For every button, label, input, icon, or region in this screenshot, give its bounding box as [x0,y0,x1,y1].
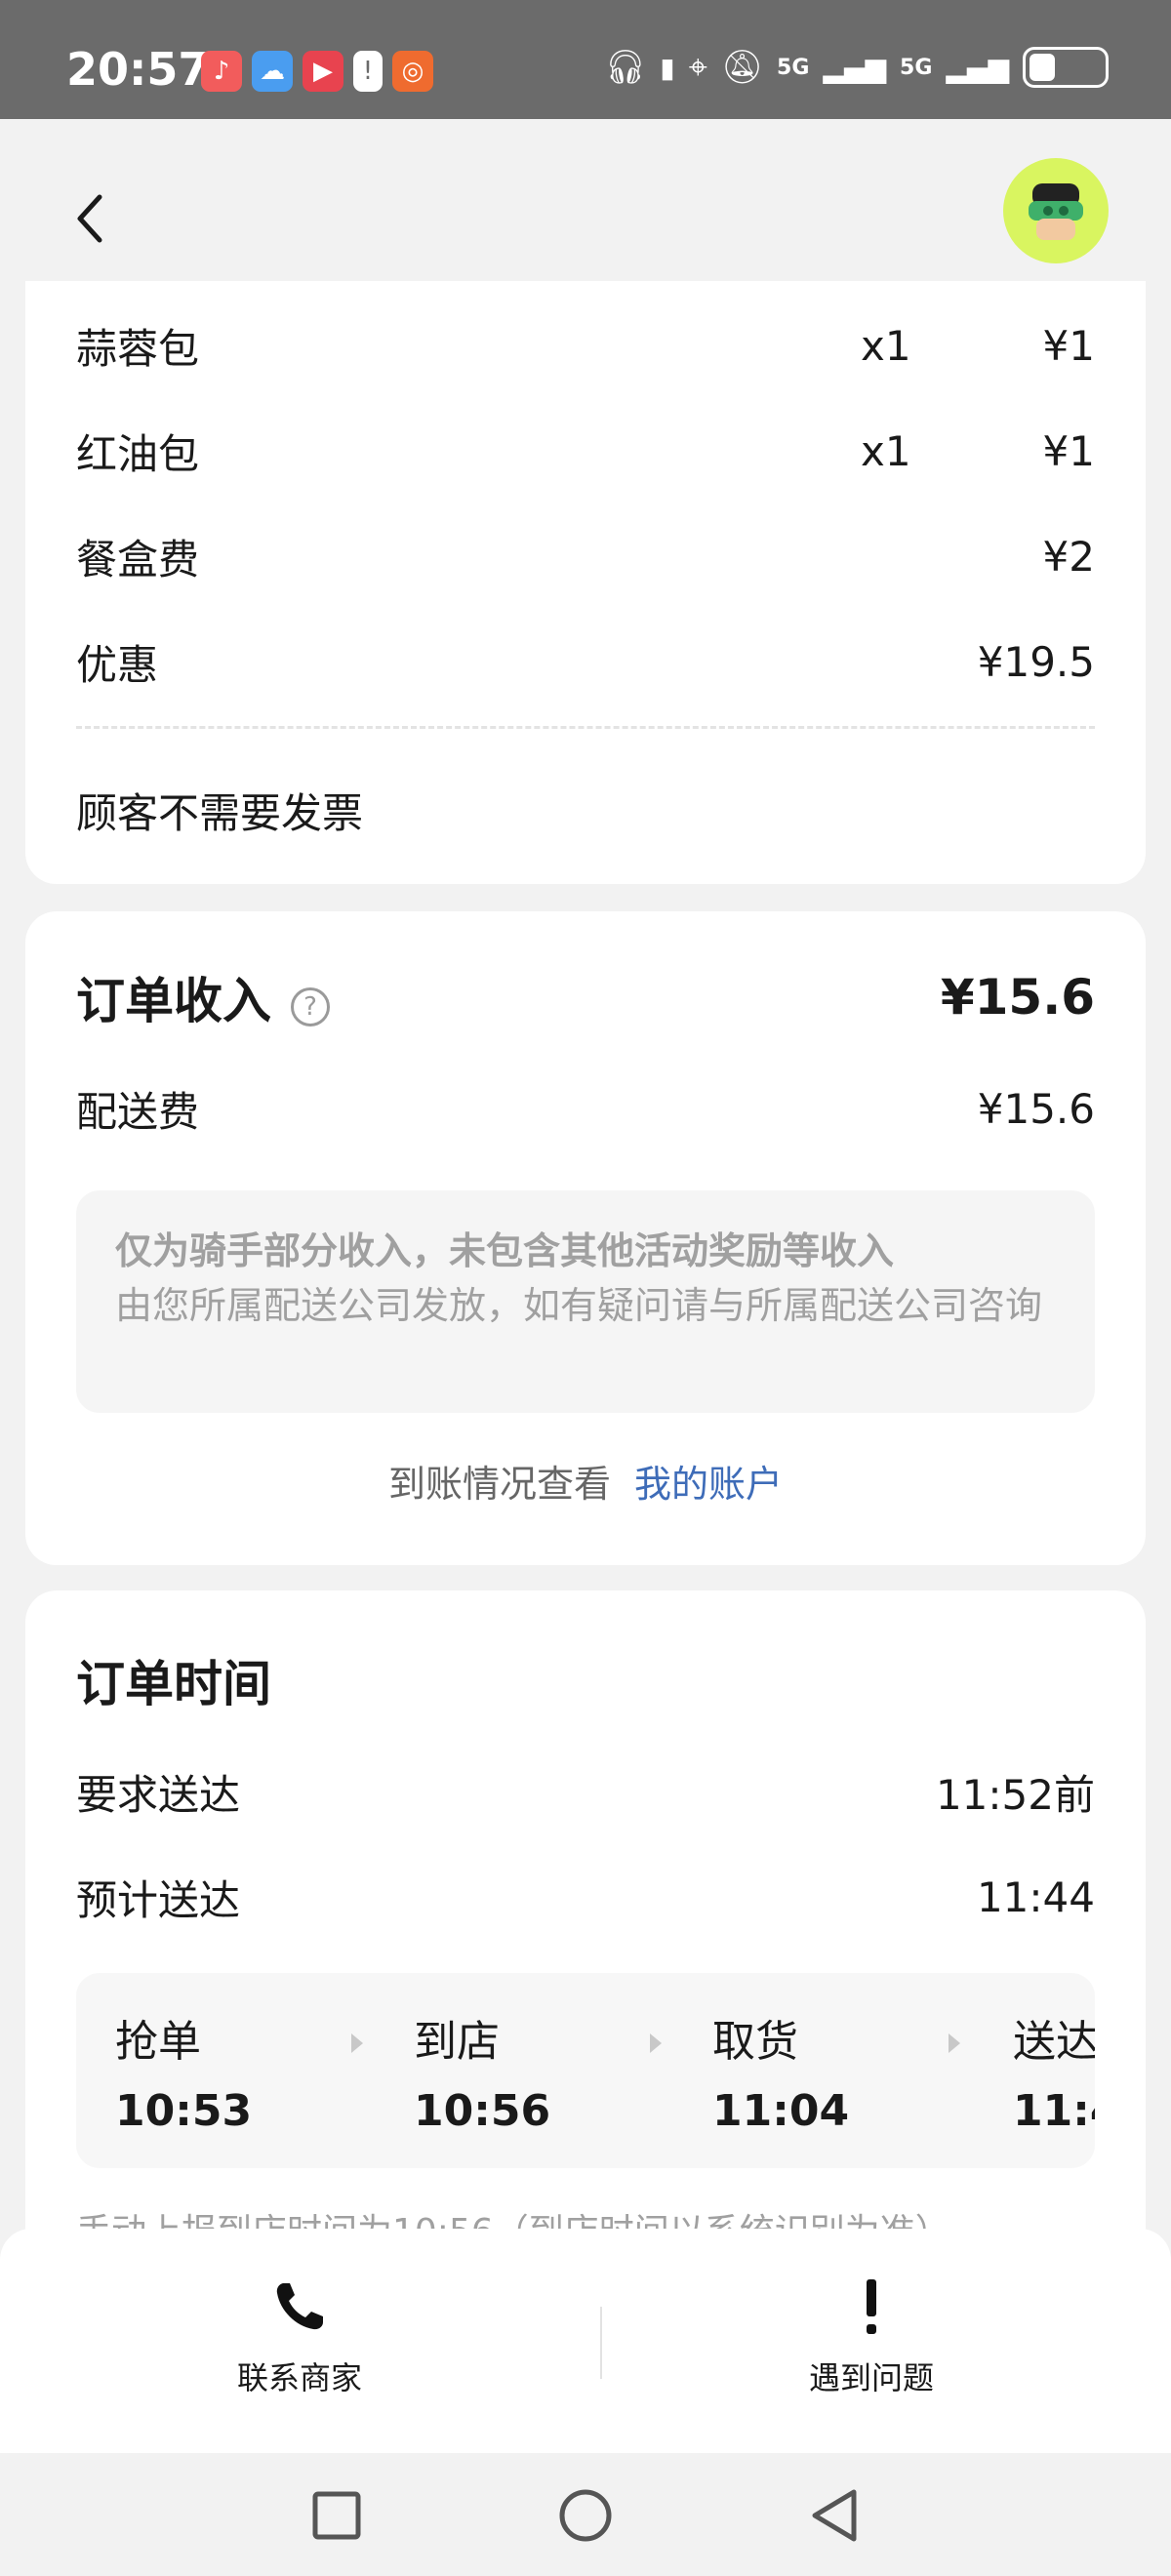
required-label: 要求送达 [76,1771,241,1819]
income-notice: 仅为骑手部分收入，未包含其他活动奖励等收入 由您所属配送公司发放，如有疑问请与所… [76,1190,1095,1413]
timeline-step: 抢单 10:53 [115,2006,349,2136]
contact-merchant-button[interactable]: 联系商家 [153,2277,446,2398]
income-header: 订单收入? ¥15.6 [76,962,1095,1032]
income-total: ¥15.6 [940,969,1095,1026]
status-time: 20:57 [66,43,210,96]
step-label: 到店 [414,2017,500,2067]
home-circle-icon[interactable] [556,2486,615,2545]
signal-2-icon: ▂▄▆ [946,51,1009,84]
back-arrow-icon[interactable] [62,189,121,248]
item-name: 红油包 [76,430,200,478]
item-price: ¥1 [1042,322,1095,370]
delivery-fee-value: ¥15.6 [977,1085,1095,1133]
account-hint-line: 到账情况查看 我的账户 [25,1454,1146,1508]
step-time: 10:56 [414,2086,551,2136]
timeline-step: 取货 11:04 [712,2006,947,2136]
status-indicators: 🎧︎ ▮ ⌖ 🔕︎ 5G ▂▄▆ 5G ▂▄▆ [604,47,1109,88]
status-bar: 20:57 ♪ ☁ ▶ ! ◎ 🎧︎ ▮ ⌖ 🔕︎ 5G ▂▄▆ 5G ▂▄▆ [0,0,1171,119]
item-qty: x1 [861,322,911,370]
battery-small-icon: ▮ [660,51,675,84]
signal-2-label: 5G [900,55,933,80]
battery-icon [1023,47,1109,88]
help-icon[interactable]: ? [291,986,330,1026]
robot-avatar-icon [1029,183,1083,240]
required-delivery-row: 要求送达 11:52前 [76,1762,1095,1822]
notice-line-2: 由您所属配送公司发放，如有疑问请与所属配送公司咨询 [115,1284,1043,1327]
report-problem-label: 遇到问题 [808,2359,934,2396]
back-triangle-icon[interactable] [805,2486,864,2545]
timeline-step: 送达 11:44 [1013,2006,1095,2136]
delivery-fee-row: 配送费 ¥15.6 [76,1079,1095,1139]
step-arrow-icon [650,2033,662,2053]
step-label: 取货 [712,2017,798,2067]
mute-bell-icon: 🔕︎ [720,48,764,87]
system-nav-bar [0,2453,1171,2576]
step-arrow-icon [949,2033,960,2053]
step-time: 11:44 [1013,2086,1095,2136]
account-hint: 到账情况查看 [387,1463,611,1506]
alert-app-icon: ! [353,51,383,92]
list-item: 蒜蓉包 x1 ¥1 [76,316,1095,376]
order-income-card: 订单收入? ¥15.6 配送费 ¥15.6 仅为骑手部分收入，未包含其他活动奖励… [25,911,1146,1565]
music-app-icon: ♪ [201,51,242,92]
shop-app-icon: ◎ [392,51,433,92]
item-name: 蒜蓉包 [76,325,200,373]
delivery-fee-label: 配送费 [76,1088,200,1136]
avatar[interactable] [1003,158,1109,263]
action-divider [600,2307,602,2379]
step-label: 送达 [1013,2017,1095,2067]
step-time: 11:04 [712,2086,850,2136]
recent-apps-square-icon[interactable] [307,2486,366,2545]
order-time-title: 订单时间 [76,1656,271,1712]
estimated-label: 预计送达 [76,1876,241,1924]
location-icon: ⌖ [688,48,707,87]
step-time: 10:53 [115,2086,253,2136]
order-time-header: 订单时间 [76,1645,1095,1715]
item-name: 优惠 [76,641,159,689]
invoice-note: 顾客不需要发票 [76,781,1095,840]
status-app-icons: ♪ ☁ ▶ ! ◎ [201,51,433,92]
phone-icon [276,2283,323,2330]
divider [76,726,1095,729]
my-account-link[interactable]: 我的账户 [634,1463,783,1506]
exclamation-icon [867,2279,876,2334]
item-price: ¥19.5 [977,638,1095,686]
notice-line-1: 仅为骑手部分收入，未包含其他活动奖励等收入 [115,1229,895,1272]
contact-merchant-label: 联系商家 [236,2359,362,2396]
order-timeline[interactable]: 抢单 10:53 到店 10:56 取货 11:04 送达 11:44 [76,1973,1095,2168]
list-item: 红油包 x1 ¥1 [76,422,1095,481]
headphones-icon: 🎧︎ [604,48,647,87]
estimated-value: 11:44 [976,1873,1095,1921]
item-price: ¥2 [1042,533,1095,581]
report-problem-button[interactable]: 遇到问题 [725,2277,1018,2398]
step-arrow-icon [351,2033,363,2053]
item-name: 餐盒费 [76,536,200,584]
video-app-icon: ▶ [303,51,343,92]
list-item: 优惠 ¥19.5 [76,632,1095,692]
estimated-delivery-row: 预计送达 11:44 [76,1868,1095,1927]
order-time-card: 订单时间 要求送达 11:52前 预计送达 11:44 抢单 10:53 到店 … [25,1590,1146,2293]
signal-1-label: 5G [777,55,810,80]
step-label: 抢单 [115,2017,201,2067]
income-title: 订单收入 [76,973,271,1029]
item-qty: x1 [861,427,911,475]
required-value: 11:52前 [935,1771,1095,1819]
bottom-action-bar: 联系商家 遇到问题 [0,2229,1171,2453]
page-header [0,119,1171,281]
item-price: ¥1 [1042,427,1095,475]
list-item: 餐盒费 ¥2 [76,527,1095,586]
timeline-step: 到店 10:56 [414,2006,648,2136]
order-items-card: 蒜蓉包 x1 ¥1 红油包 x1 ¥1 餐盒费 ¥2 优惠 ¥19.5 顾客不需… [25,281,1146,884]
signal-1-icon: ▂▄▆ [823,51,887,84]
invoice-note-text: 顾客不需要发票 [76,789,364,837]
weather-app-icon: ☁ [252,51,293,92]
